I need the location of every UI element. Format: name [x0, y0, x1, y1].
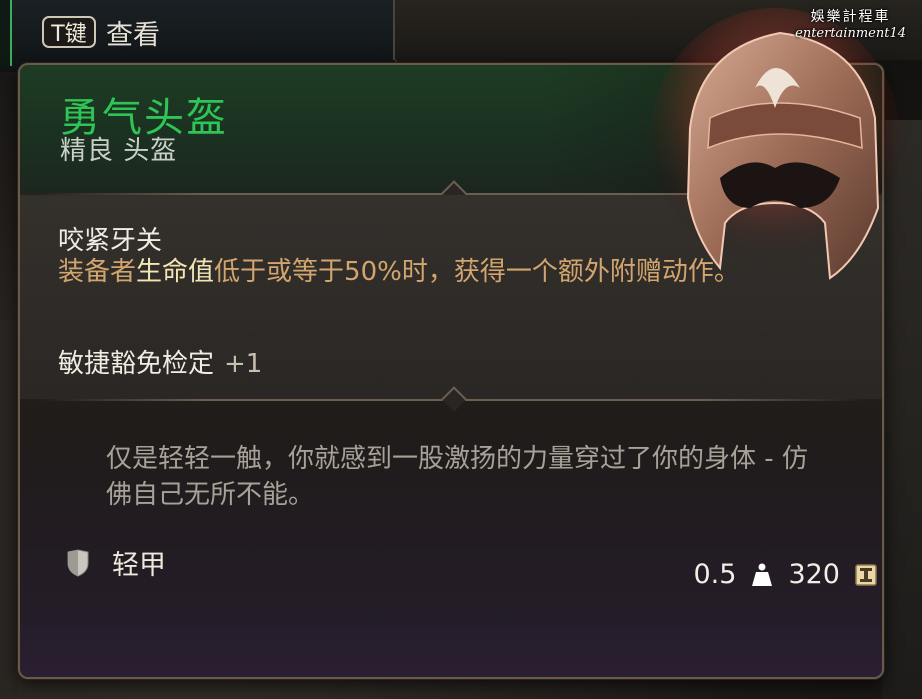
tooltip-footer [20, 603, 882, 677]
armor-type-row: 轻甲 [66, 543, 166, 582]
armor-type-label: 轻甲 [112, 550, 166, 581]
watermark: 娛樂計程車 entertainment14 [795, 6, 906, 41]
gold-coin-icon [855, 563, 877, 586]
background-edge-left [0, 320, 18, 699]
selected-slot-accent [0, 0, 12, 66]
weight-icon [752, 563, 773, 586]
helmet-item-icon [650, 8, 900, 280]
gold-value: 320 [788, 559, 840, 590]
inspect-label: 查看 [106, 19, 160, 51]
t-key-badge: T键 [42, 16, 96, 48]
stat-bonus: +1 [224, 349, 263, 379]
flavor-text: 仅是轻轻一触，你就感到一股激扬的力量穿过了你的身体 - 仿佛自己无所不能。 [106, 444, 808, 510]
item-rarity-type: 精良 头盔 [60, 136, 178, 166]
weight-value-row: 0.5 320 [694, 559, 879, 590]
watermark-line2: entertainment14 [795, 26, 906, 41]
watermark-line1: 娛樂計程車 [810, 9, 891, 25]
stat-name: 敏捷豁免检定 [58, 349, 215, 379]
passive-title: 咬紧牙关 [58, 226, 163, 256]
passive-highlight: 生命值 [136, 257, 215, 287]
shield-icon [67, 548, 89, 577]
saving-throw-bonus: 敏捷豁免检定 +1 [58, 343, 262, 380]
weight-value: 0.5 [693, 559, 737, 590]
inspect-hint[interactable]: T键 查看 [42, 12, 160, 52]
